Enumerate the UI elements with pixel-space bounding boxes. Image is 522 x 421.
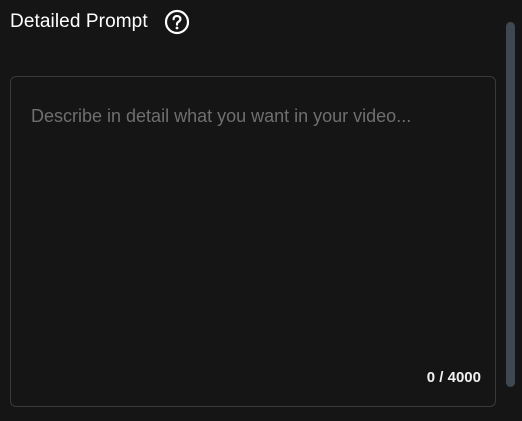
prompt-header: Detailed Prompt: [10, 8, 190, 36]
section-title: Detailed Prompt: [10, 11, 148, 32]
question-circle-icon[interactable]: [164, 9, 190, 35]
detailed-prompt-textarea[interactable]: [11, 77, 495, 406]
detailed-prompt-panel: Detailed Prompt 0 / 4000: [0, 0, 522, 421]
prompt-input-container: 0 / 4000: [10, 76, 496, 407]
vertical-scrollbar[interactable]: [500, 0, 522, 421]
question-circle-svg: [164, 9, 189, 35]
scrollbar-thumb[interactable]: [506, 22, 515, 387]
character-counter: 0 / 4000: [426, 369, 481, 386]
